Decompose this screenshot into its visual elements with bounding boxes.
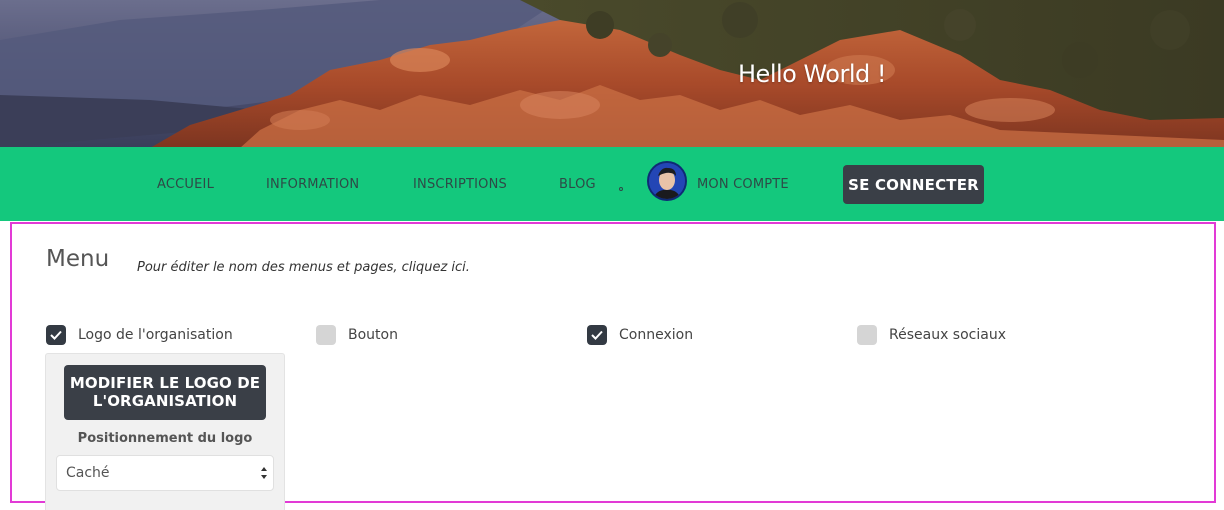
reseaux-sociaux-checkbox[interactable]	[857, 325, 877, 345]
logo-position-select[interactable]: Caché	[56, 455, 274, 491]
edit-logo-button-line2: L'ORGANISATION	[92, 392, 238, 410]
option-label: Logo de l'organisation	[78, 327, 233, 343]
main-navbar: ACCUEIL INFORMATION INSCRIPTIONS BLOG MO…	[0, 147, 1224, 221]
option-reseaux-sociaux[interactable]: Réseaux sociaux	[857, 325, 1006, 345]
checkmark-icon	[591, 330, 603, 340]
checkmark-icon	[50, 330, 62, 340]
nav-item-information[interactable]: INFORMATION	[266, 177, 359, 192]
logo-position-value: Caché	[66, 465, 110, 481]
hero-landscape-image	[0, 0, 1224, 148]
logo-position-label: Positionnement du logo	[77, 431, 253, 446]
login-button[interactable]: SE CONNECTER	[843, 165, 984, 204]
nav-item-accueil[interactable]: ACCUEIL	[157, 177, 214, 192]
option-connexion[interactable]: Connexion	[587, 325, 693, 345]
logo-settings-box: MODIFIER LE LOGO DE L'ORGANISATION Posit…	[45, 353, 285, 510]
connexion-checkbox[interactable]	[587, 325, 607, 345]
nav-item-blog[interactable]: BLOG	[559, 177, 596, 192]
nav-separator-dot	[619, 187, 623, 191]
menu-title: Menu	[46, 246, 110, 272]
logo-organisation-checkbox[interactable]	[46, 325, 66, 345]
option-label: Réseaux sociaux	[889, 327, 1006, 343]
hero-banner: Hello World !	[0, 0, 1224, 148]
select-arrows-icon	[261, 467, 267, 479]
menu-edit-hint-link[interactable]: Pour éditer le nom des menus et pages, c…	[137, 260, 470, 275]
avatar[interactable]	[647, 161, 687, 201]
hero-title: Hello World !	[738, 60, 887, 88]
option-logo-organisation[interactable]: Logo de l'organisation	[46, 325, 233, 345]
nav-item-inscriptions[interactable]: INSCRIPTIONS	[413, 177, 507, 192]
option-label: Connexion	[619, 327, 694, 343]
edit-logo-button-line1: MODIFIER LE LOGO DE	[69, 374, 261, 392]
user-avatar-icon	[649, 163, 685, 199]
bouton-checkbox[interactable]	[316, 325, 336, 345]
menu-settings-panel: Menu Pour éditer le nom des menus et pag…	[10, 222, 1216, 510]
nav-item-mon-compte[interactable]: MON COMPTE	[697, 177, 789, 192]
edit-logo-button[interactable]: MODIFIER LE LOGO DE L'ORGANISATION	[64, 365, 266, 420]
option-label: Bouton	[348, 327, 398, 343]
option-bouton[interactable]: Bouton	[316, 325, 398, 345]
